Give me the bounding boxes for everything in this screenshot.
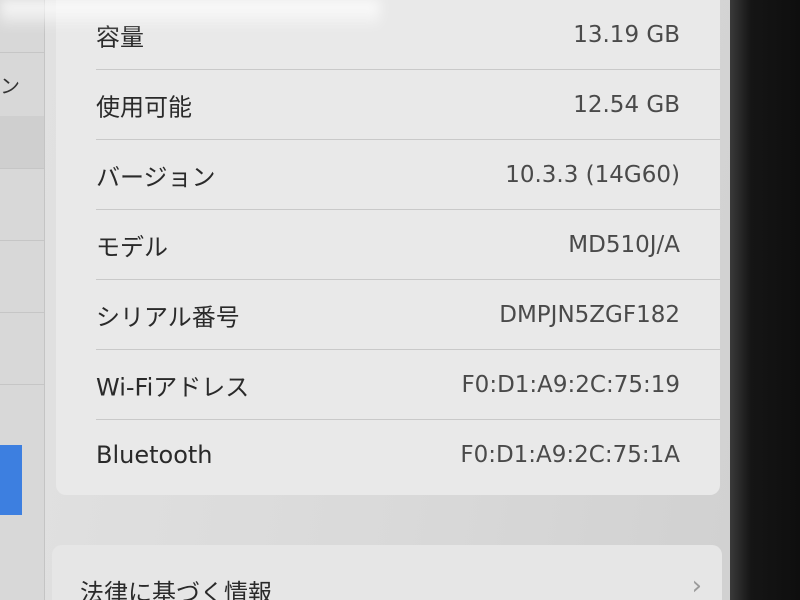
sidebar-row[interactable] <box>0 312 44 385</box>
chevron-right-icon: › <box>691 571 702 600</box>
legal-info-label: 法律に基づく情報 <box>80 579 272 600</box>
ipad-screen: ン 容量 13.19 GB 使用可能 12.54 GB バージョン 10.3.3… <box>0 0 800 600</box>
bluetooth-row: Bluetooth F0:D1:A9:2C:75:1A <box>56 420 720 490</box>
capacity-value: 13.19 GB <box>573 22 680 48</box>
sidebar: ン <box>0 0 45 600</box>
device-bezel <box>730 0 800 600</box>
sidebar-row[interactable] <box>0 168 44 241</box>
sidebar-item-label: ン <box>0 74 20 98</box>
wifi-address-value: F0:D1:A9:2C:75:19 <box>461 372 680 398</box>
sidebar-row[interactable] <box>0 240 44 313</box>
sidebar-row[interactable] <box>0 116 44 169</box>
sidebar-item-selected[interactable] <box>0 445 22 515</box>
bluetooth-label: Bluetooth <box>96 441 213 469</box>
about-panel: 容量 13.19 GB 使用可能 12.54 GB バージョン 10.3.3 (… <box>44 0 734 600</box>
model-row[interactable]: モデル MD510J/A <box>56 210 720 280</box>
serial-number-label: シリアル番号 <box>96 303 240 332</box>
serial-number-row: シリアル番号 DMPJN5ZGF182 <box>56 280 720 350</box>
version-label: バージョン <box>96 163 216 192</box>
version-row: バージョン 10.3.3 (14G60) <box>56 140 720 210</box>
legal-info-row[interactable]: 法律に基づく情報 › <box>52 545 722 600</box>
serial-number-value: DMPJN5ZGF182 <box>499 302 680 328</box>
capacity-label: 容量 <box>96 23 144 52</box>
capacity-row: 容量 13.19 GB <box>56 0 720 70</box>
model-label: モデル <box>96 233 168 262</box>
version-value: 10.3.3 (14G60) <box>505 162 680 188</box>
bluetooth-value: F0:D1:A9:2C:75:1A <box>460 442 680 468</box>
device-info-group: 容量 13.19 GB 使用可能 12.54 GB バージョン 10.3.3 (… <box>56 0 720 495</box>
available-label: 使用可能 <box>96 93 192 122</box>
wifi-address-label: Wi-Fiアドレス <box>96 373 250 402</box>
wifi-address-row: Wi-Fiアドレス F0:D1:A9:2C:75:19 <box>56 350 720 420</box>
available-value: 12.54 GB <box>573 92 680 118</box>
available-row: 使用可能 12.54 GB <box>56 70 720 140</box>
model-value: MD510J/A <box>568 232 680 258</box>
sidebar-row[interactable] <box>0 0 44 53</box>
